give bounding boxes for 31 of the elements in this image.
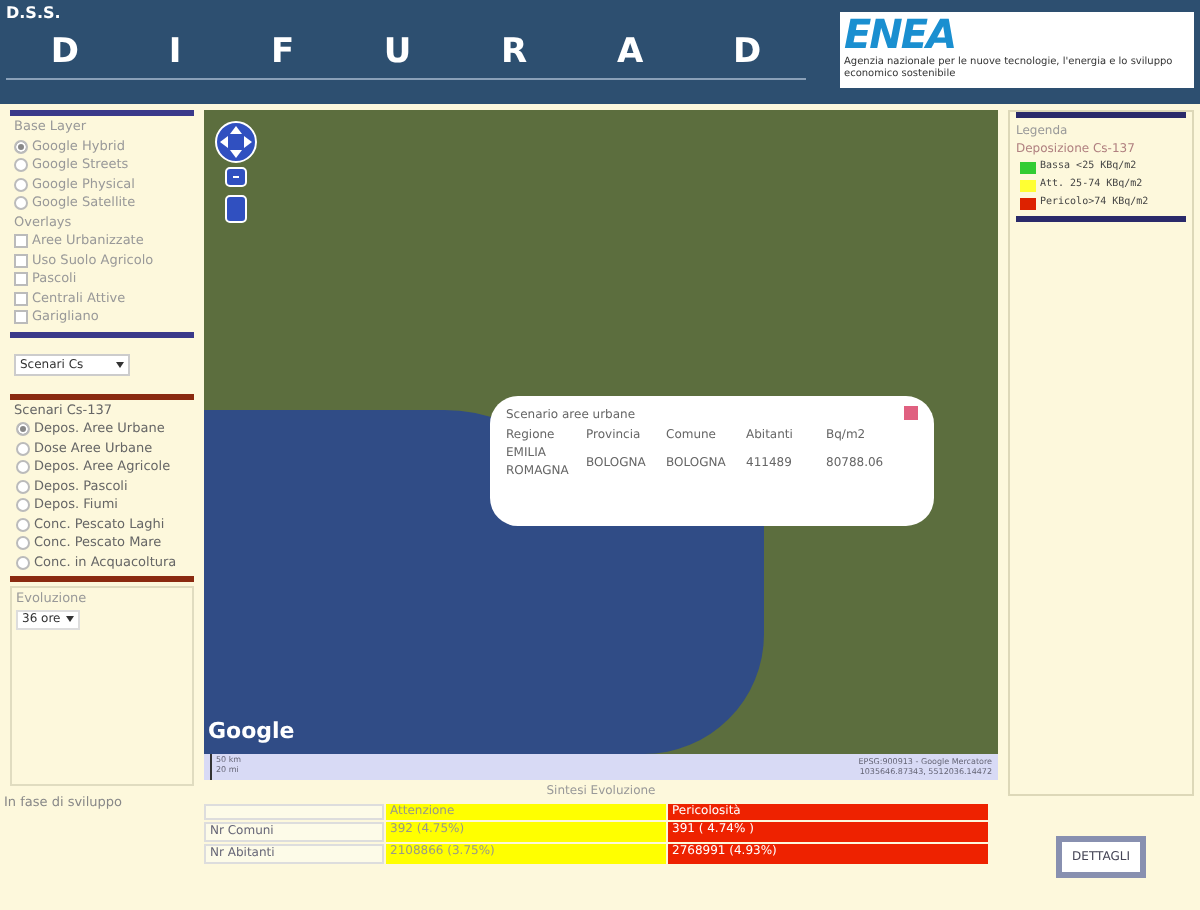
title-letter: D	[732, 30, 762, 76]
radio-button[interactable]	[16, 498, 30, 513]
radio-button[interactable]	[16, 460, 30, 475]
close-icon[interactable]	[904, 406, 918, 420]
radio-button[interactable]	[16, 517, 30, 532]
radio-button[interactable]	[14, 177, 28, 192]
radio-button[interactable]	[14, 158, 28, 173]
caret-icon	[116, 362, 124, 368]
checkbox[interactable]	[14, 234, 28, 249]
title-letter: R	[501, 30, 528, 76]
radio-button[interactable]	[14, 196, 28, 211]
checkbox[interactable]	[14, 253, 28, 268]
title-letter: U	[383, 30, 412, 76]
checkbox[interactable]	[14, 272, 28, 287]
google-logo: Google	[208, 715, 295, 747]
dss-label: D.S.S.	[6, 4, 63, 24]
enea-logo: ENEA	[844, 12, 958, 56]
checkbox[interactable]	[14, 310, 28, 325]
title-letter: A	[616, 30, 644, 76]
radio-button[interactable]	[16, 479, 30, 494]
radio-button[interactable]	[16, 536, 30, 551]
radio-button[interactable]	[16, 422, 30, 437]
title-letter: D	[50, 30, 80, 76]
title-letter: I	[168, 30, 182, 76]
radio-button[interactable]	[16, 555, 30, 570]
checkbox[interactable]	[14, 291, 28, 306]
title-letter: F	[270, 30, 295, 76]
radio-button[interactable]	[14, 139, 28, 154]
caret-icon	[66, 616, 74, 622]
pan-zoom-control-icon[interactable]	[214, 120, 258, 224]
radio-button[interactable]	[16, 441, 30, 456]
